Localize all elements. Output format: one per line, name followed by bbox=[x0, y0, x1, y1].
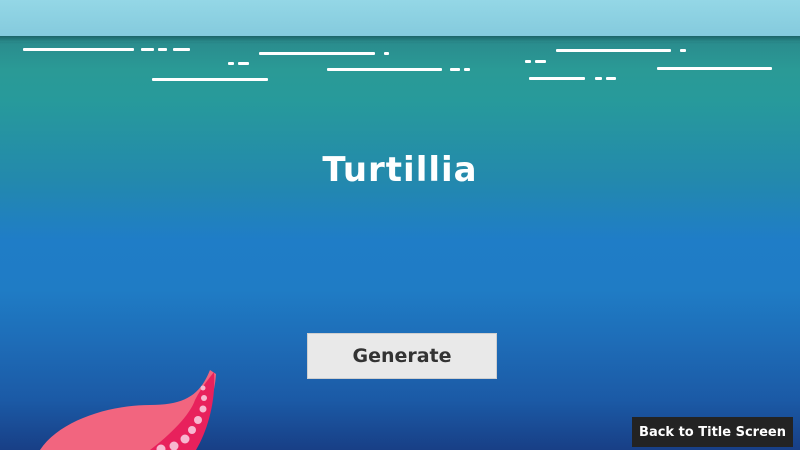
horizon bbox=[0, 36, 800, 42]
wave-line bbox=[529, 77, 585, 80]
game-scene: Turtillia Generate Back to Title Screen bbox=[0, 0, 800, 450]
wave-line bbox=[158, 48, 167, 51]
wave-line bbox=[228, 62, 234, 65]
wave-line bbox=[141, 48, 154, 51]
wave-line bbox=[556, 49, 671, 52]
game-title: Turtillia bbox=[322, 150, 478, 190]
wave-line bbox=[464, 68, 470, 71]
generate-button[interactable]: Generate bbox=[307, 333, 497, 379]
tentacle-icon bbox=[40, 370, 216, 450]
wave-line bbox=[173, 48, 190, 51]
wave-line bbox=[657, 67, 772, 70]
wave-line bbox=[525, 60, 531, 63]
wave-line bbox=[152, 78, 268, 81]
back-to-title-button[interactable]: Back to Title Screen bbox=[632, 417, 793, 447]
wave-line bbox=[259, 52, 375, 55]
wave-line bbox=[23, 48, 134, 51]
wave-line bbox=[327, 68, 442, 71]
wave-line bbox=[535, 60, 546, 63]
wave-line bbox=[384, 52, 389, 55]
wave-line bbox=[595, 77, 602, 80]
wave-line bbox=[680, 49, 686, 52]
sky bbox=[0, 0, 800, 37]
wave-line bbox=[450, 68, 460, 71]
wave-line bbox=[238, 62, 249, 65]
wave-line bbox=[606, 77, 616, 80]
